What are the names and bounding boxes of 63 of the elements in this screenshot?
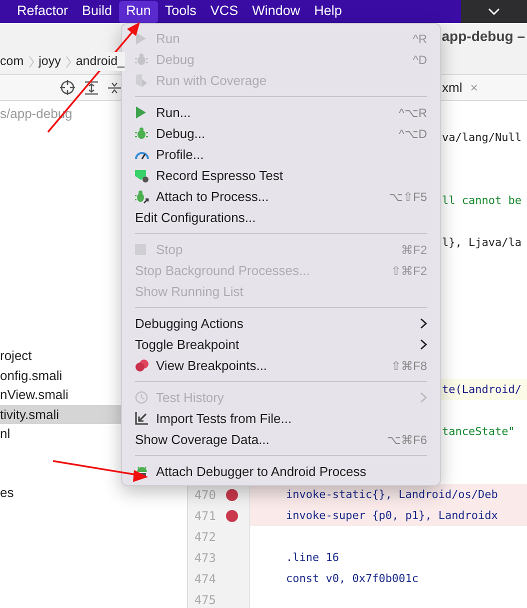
menu-item[interactable]: Help <box>307 0 349 22</box>
menu-item[interactable]: Debug... <box>156 124 206 144</box>
code-line: .line 16 <box>286 551 339 564</box>
chevron-right-icon <box>28 56 34 68</box>
bug-icon <box>135 127 148 140</box>
code-line: const v0, 0x7f0b001c <box>286 572 418 585</box>
menu-item[interactable]: Build <box>75 0 120 22</box>
code-line: ll cannot be <box>442 194 522 207</box>
window-title: app-debug – <box>442 26 525 46</box>
code-line: invoke-super {p0, p1}, Landroidx <box>286 509 498 522</box>
breakpoints-icon <box>135 359 149 372</box>
shortcut-text: ^D <box>412 52 427 68</box>
code-line: l}, Ljava/la <box>442 236 522 249</box>
menu-item[interactable]: Edit Configurations... <box>135 208 256 228</box>
editor-tab[interactable]: xml <box>442 78 462 98</box>
play-icon <box>135 106 147 119</box>
menu-item[interactable]: Run... <box>156 102 191 122</box>
menu-item[interactable]: Window <box>245 0 308 22</box>
menu-item[interactable]: Attach Debugger to Android Process <box>156 462 366 482</box>
gauge-icon <box>135 150 149 160</box>
menu-item[interactable]: Debugging Actions <box>135 314 244 334</box>
shortcut-text: ⌥⌘F6 <box>386 432 427 448</box>
code-line: invoke-static{}, Landroid/os/Deb <box>286 488 498 501</box>
line-number: 470 <box>193 486 216 504</box>
collapse-icon[interactable] <box>108 80 121 94</box>
shortcut-text: ⇧⌘F8 <box>390 358 427 374</box>
shortcut-text: ⇧⌘F2 <box>390 262 427 280</box>
tree-item[interactable]: es <box>0 482 187 502</box>
menu-item[interactable]: Refactor <box>10 0 76 22</box>
menu-item[interactable]: Run <box>119 0 158 22</box>
code-line: va/lang/Null <box>442 131 522 144</box>
menu-item[interactable]: Toggle Breakpoint <box>135 334 240 354</box>
line-number: 473 <box>193 550 216 566</box>
menu-item[interactable]: VCS <box>203 0 246 22</box>
menu-item[interactable]: Tools <box>158 0 204 22</box>
play-icon <box>135 32 147 45</box>
line-number: 471 <box>193 508 216 524</box>
crosshair-icon[interactable] <box>60 80 75 95</box>
shield-play-icon <box>135 74 148 88</box>
menu-item[interactable]: Show Coverage Data... <box>135 430 270 450</box>
code-line: tanceState" <box>442 425 515 438</box>
menu-item[interactable]: Record Espresso Test <box>156 166 283 186</box>
shortcut-text: ⌥⇧F5 <box>388 188 427 206</box>
chevron-down-icon <box>488 8 500 15</box>
import-icon <box>135 412 148 425</box>
clock-icon <box>135 391 148 404</box>
menu-item[interactable]: Attach to Process... <box>156 186 269 206</box>
line-number: 474 <box>193 570 216 588</box>
shortcut-text: ^R <box>412 30 427 48</box>
shortcut-text: ⌘F2 <box>400 242 427 258</box>
chevron-right-icon <box>66 56 71 68</box>
line-number: 475 <box>193 592 216 608</box>
expand-icon[interactable] <box>85 80 98 94</box>
bug-icon <box>135 53 148 66</box>
shortcut-text: ^⌥D <box>398 126 427 142</box>
shortcut-text: ^⌥R <box>398 104 427 122</box>
breadcrumb-item[interactable]: android_ <box>76 52 125 71</box>
bug-arrow-icon <box>135 190 149 204</box>
recorder-icon <box>135 168 149 182</box>
menu-item[interactable]: Profile... <box>156 144 204 164</box>
menu-item[interactable]: View Breakpoints... <box>156 356 268 376</box>
line-number: 472 <box>193 528 216 546</box>
code-line: te(Landroid/ <box>442 383 522 396</box>
